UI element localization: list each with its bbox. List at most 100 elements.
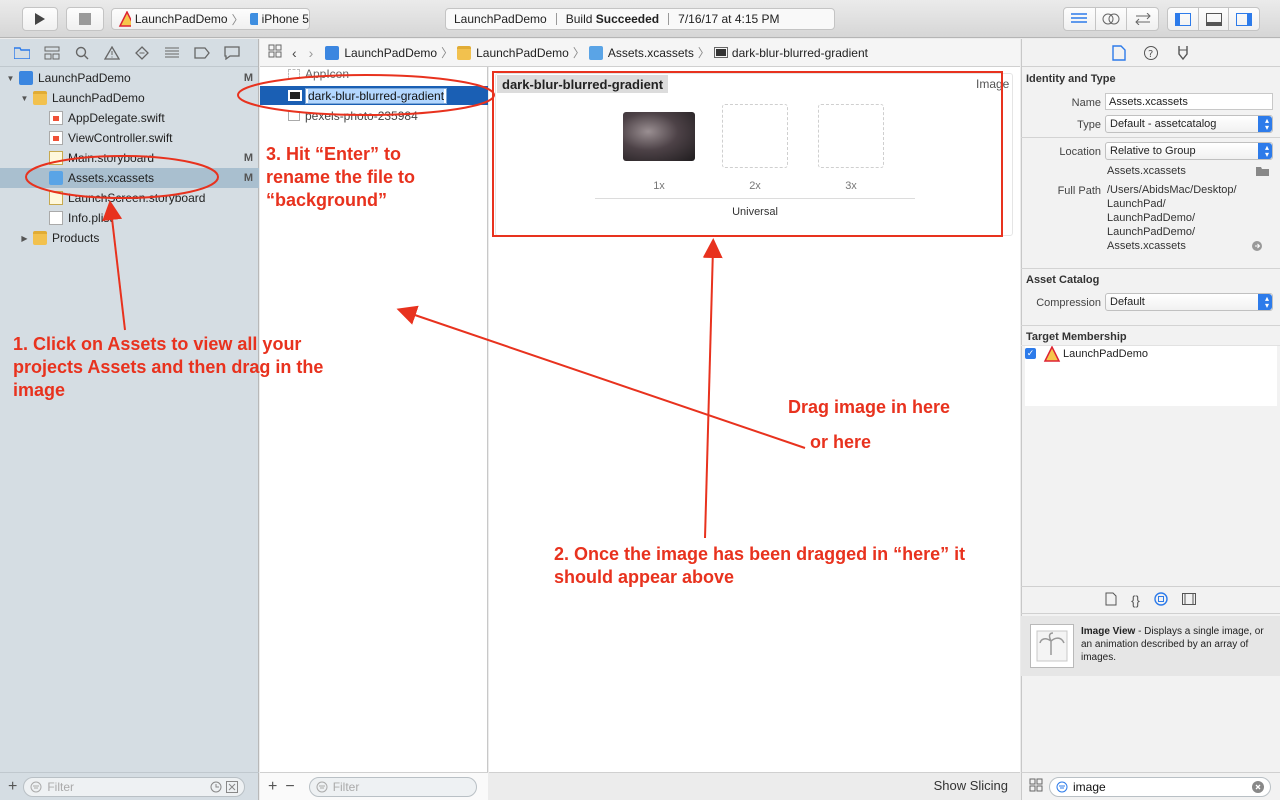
version-editor-button[interactable]: [1127, 8, 1158, 30]
breadcrumb-item: Assets.xcassets: [607, 45, 694, 60]
location-popup[interactable]: Relative to Group ▴ ▾: [1105, 142, 1273, 160]
hierarchy-icon[interactable]: [42, 44, 62, 62]
back-icon[interactable]: ‹: [292, 45, 297, 61]
filter-icon: [316, 781, 328, 792]
chevron-right-icon: 〉: [572, 46, 585, 60]
image-slot-2x[interactable]: [722, 104, 788, 168]
arrows-icon: [1134, 13, 1151, 25]
asset-item[interactable]: pexels-photo-235984: [260, 106, 488, 125]
membership-checkbox[interactable]: ✓: [1025, 348, 1036, 359]
warning-icon[interactable]: [102, 44, 122, 62]
add-asset-icon[interactable]: +: [268, 778, 277, 796]
quick-help-icon[interactable]: ?: [1142, 44, 1160, 62]
tree-file[interactable]: Info.plist: [0, 208, 259, 228]
asset-label: dark-blur-blurred-gradient: [308, 88, 445, 103]
tree-label: ViewController.swift: [68, 131, 173, 145]
add-icon[interactable]: +: [8, 778, 17, 796]
tree-file[interactable]: Main.storyboard M: [0, 148, 259, 168]
tree-file[interactable]: AppDelegate.swift: [0, 108, 259, 128]
toggle-navigator-button[interactable]: [1168, 8, 1199, 30]
related-items-icon[interactable]: [268, 44, 282, 61]
folder-icon: [33, 91, 47, 105]
svg-text:?: ?: [1148, 49, 1153, 60]
breadcrumb[interactable]: Assets.xcassets: [588, 45, 694, 60]
breadcrumb[interactable]: LaunchPadDemo: [325, 45, 437, 60]
annotation-text: 1. Click on: [13, 334, 108, 354]
file-template-icon[interactable]: [1105, 592, 1117, 609]
disclosure-open-icon[interactable]: ▼: [20, 94, 29, 103]
recent-files-icon[interactable]: [210, 781, 222, 793]
media-library-icon[interactable]: [1181, 592, 1196, 608]
scheme-project: LaunchPadDemo: [134, 12, 228, 26]
tree-project-root[interactable]: ▼ LaunchPadDemo M: [0, 68, 259, 88]
code-snippet-icon[interactable]: {}: [1131, 593, 1140, 608]
scm-filter-icon[interactable]: [226, 780, 239, 793]
search-value: image: [1073, 779, 1106, 794]
object-library-icon[interactable]: [1154, 591, 1168, 609]
annotation-drag-here: Drag image in here: [788, 397, 951, 417]
toggle-debug-button[interactable]: [1199, 8, 1230, 30]
clear-icon[interactable]: [1252, 780, 1264, 793]
search-icon[interactable]: [72, 44, 92, 62]
asset-item[interactable]: AppIcon: [260, 67, 488, 81]
breadcrumb[interactable]: dark-blur-blurred-gradient: [713, 45, 868, 60]
location-file: Assets.xcassets: [1107, 165, 1186, 177]
tree-group[interactable]: ▶ Products: [0, 228, 259, 248]
assistant-editor-button[interactable]: [1096, 8, 1128, 30]
breadcrumb-item: dark-blur-blurred-gradient: [731, 45, 868, 60]
scheme-selector[interactable]: LaunchPadDemo 〉 iPhone 5: [111, 8, 310, 30]
file-inspector-icon[interactable]: [1110, 44, 1128, 62]
standard-editor-button[interactable]: [1064, 8, 1096, 30]
rename-field[interactable]: dark-blur-blurred-gradient: [304, 87, 448, 104]
run-button[interactable]: [22, 7, 58, 31]
stop-button[interactable]: [66, 7, 104, 31]
disclosure-open-icon[interactable]: ▼: [6, 74, 15, 83]
fullpath-line: Assets.xcassets: [1107, 240, 1186, 252]
chevron-right-icon: 〉: [441, 46, 454, 60]
name-field[interactable]: Assets.xcassets: [1105, 93, 1273, 110]
tree-file[interactable]: ViewController.swift: [0, 128, 259, 148]
debug-icon[interactable]: [162, 44, 182, 62]
disclosure-closed-icon[interactable]: ▶: [20, 234, 29, 243]
folder-reveal-icon[interactable]: [1256, 166, 1269, 176]
tree-label: LaunchScreen.storyboard: [68, 191, 206, 205]
stop-icon: [79, 13, 91, 25]
tree-group[interactable]: ▼ LaunchPadDemo: [0, 88, 259, 108]
library-item-description: Image View - Displays a single image, or…: [1081, 625, 1271, 664]
updown-icon: ▴ ▾: [1264, 294, 1269, 310]
tree-label: Info.plist: [68, 211, 113, 225]
annotation-step2: should appear above: [554, 567, 735, 587]
breadcrumb[interactable]: LaunchPadDemo: [457, 45, 569, 60]
section-title: Identity and Type: [1026, 73, 1116, 85]
asset-label: pexels-photo-235984: [305, 108, 418, 123]
reveal-arrow-icon[interactable]: [1252, 241, 1262, 251]
breakpoint-icon[interactable]: [192, 44, 212, 62]
show-slicing-button[interactable]: Show Slicing: [934, 778, 1008, 793]
device-icon: [249, 13, 258, 25]
field-label: Location: [1059, 146, 1101, 158]
editor-mode-control: [1063, 7, 1159, 31]
swift-file-icon: [49, 131, 63, 145]
report-icon[interactable]: [222, 44, 242, 62]
folder-icon[interactable]: [12, 44, 32, 62]
remove-asset-icon[interactable]: −: [285, 778, 294, 796]
storyboard-icon: [49, 191, 63, 205]
compression-popup[interactable]: Default ▴ ▾: [1105, 293, 1273, 311]
type-popup[interactable]: Default - assetcatalog ▴ ▾: [1105, 115, 1273, 133]
asset-item-selected[interactable]: dark-blur-blurred-gradient: [260, 86, 488, 105]
image-slot-1x[interactable]: [623, 112, 695, 161]
test-diamond-icon[interactable]: [132, 44, 152, 62]
image-slot-3x[interactable]: [818, 104, 884, 168]
annotation-text: and then drag in the: [146, 357, 324, 377]
grid-view-icon[interactable]: [1029, 778, 1043, 795]
asset-filter-input[interactable]: Filter: [308, 776, 477, 797]
tree-file-assets[interactable]: Assets.xcassets M: [0, 168, 259, 188]
library-search-input[interactable]: image: [1049, 776, 1271, 797]
navigator-filter-input[interactable]: Filter: [23, 776, 246, 797]
tree-file[interactable]: LaunchScreen.storyboard: [0, 188, 259, 208]
popup-value: Default: [1110, 296, 1145, 308]
breadcrumb-item: LaunchPadDemo: [476, 45, 569, 60]
forward-icon[interactable]: ›: [309, 45, 314, 61]
identity-inspector-icon[interactable]: [1174, 44, 1192, 62]
toggle-inspector-button[interactable]: [1229, 8, 1259, 30]
